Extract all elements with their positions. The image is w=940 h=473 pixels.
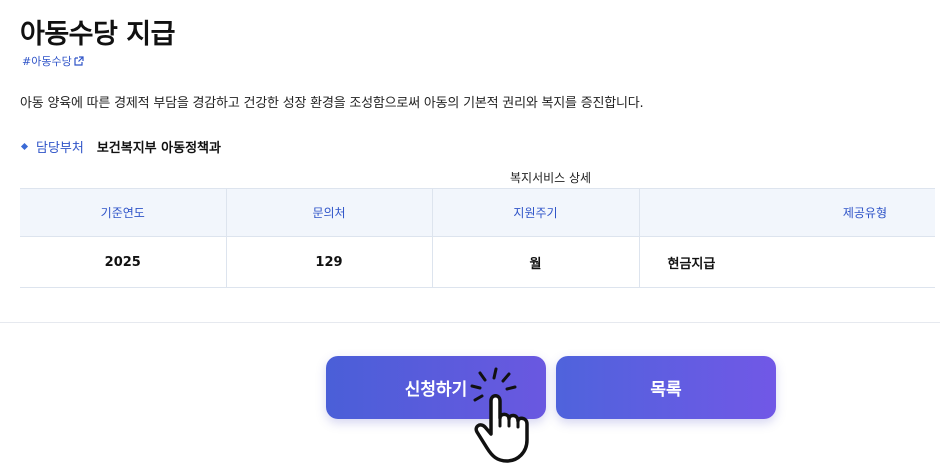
header-year: 기준연도 — [20, 188, 226, 237]
service-detail-table: 기준연도 문의처 지원주기 제공유형 2025 129 월 현금지급 — [20, 188, 935, 288]
cell-contact: 129 — [225, 236, 432, 288]
hashtag-text: #아동수당 — [22, 55, 72, 68]
department-label: 담당부처 — [36, 141, 84, 156]
apply-button[interactable]: 신청하기 — [326, 356, 546, 419]
table-row: 2025 129 월 현금지급 — [20, 236, 935, 288]
page-title: 아동수당 지급 — [20, 19, 175, 50]
header-type: 제공유형 — [638, 188, 935, 237]
cell-cycle: 월 — [431, 236, 639, 288]
page-description: 아동 양육에 따른 경제적 부담을 경감하고 건강한 성장 환경을 조성함으로써… — [20, 96, 644, 111]
hashtag-link[interactable]: #아동수당 — [22, 53, 84, 69]
department-value: 보건복지부 아동정책과 — [96, 141, 221, 156]
external-link-icon — [74, 56, 84, 66]
header-cycle: 지원주기 — [431, 188, 639, 237]
table-header-row: 기준연도 문의처 지원주기 제공유형 — [20, 188, 935, 237]
section-divider — [0, 322, 940, 323]
list-button[interactable]: 목록 — [556, 356, 776, 419]
table-caption: 복지서비스 상세 — [510, 171, 592, 185]
diamond-bullet-icon — [20, 142, 29, 151]
cell-type: 현금지급 — [638, 236, 935, 288]
department-info: 담당부처 보건복지부 아동정책과 — [20, 137, 221, 156]
header-contact: 문의처 — [225, 188, 432, 237]
cell-year: 2025 — [20, 236, 226, 288]
